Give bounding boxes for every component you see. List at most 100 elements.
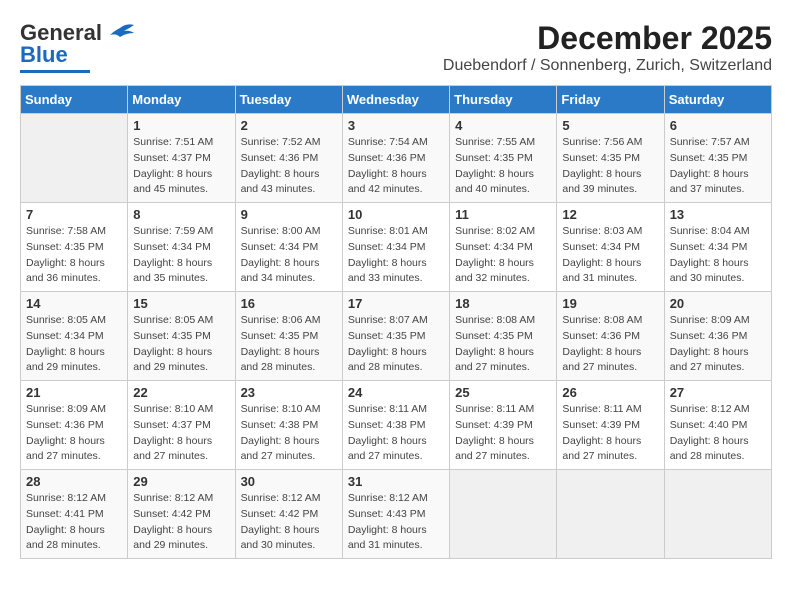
day-number: 18 bbox=[455, 296, 551, 311]
day-number: 21 bbox=[26, 385, 122, 400]
calendar-cell bbox=[21, 114, 128, 203]
title-block: December 2025 Duebendorf / Sonnenberg, Z… bbox=[443, 20, 772, 75]
day-info: Sunrise: 7:57 AMSunset: 4:35 PMDaylight:… bbox=[670, 135, 766, 198]
page-subtitle: Duebendorf / Sonnenberg, Zurich, Switzer… bbox=[443, 57, 772, 75]
calendar-cell: 11Sunrise: 8:02 AMSunset: 4:34 PMDayligh… bbox=[450, 203, 557, 292]
calendar-cell: 21 Sunrise: 8:09 AMSunset: 4:36 PMDayligh… bbox=[21, 381, 128, 470]
day-number: 19 bbox=[562, 296, 658, 311]
calendar-cell: 26 Sunrise: 8:11 AMSunset: 4:39 PMDayligh… bbox=[557, 381, 664, 470]
day-number: 27 bbox=[670, 385, 766, 400]
day-info: Sunrise: 8:09 AMSunset: 4:36 PMDaylight:… bbox=[26, 402, 122, 465]
day-info: Sunrise: 8:11 AMSunset: 4:38 PMDaylight:… bbox=[348, 402, 444, 465]
calendar-cell: 14 Sunrise: 8:05 AMSunset: 4:34 PMDayligh… bbox=[21, 292, 128, 381]
day-info: Sunrise: 8:11 AMSunset: 4:39 PMDaylight:… bbox=[455, 402, 551, 465]
day-info: Sunrise: 7:52 AMSunset: 4:36 PMDaylight:… bbox=[241, 135, 337, 198]
day-number: 15 bbox=[133, 296, 229, 311]
calendar-cell: 8Sunrise: 7:59 AMSunset: 4:34 PMDaylight… bbox=[128, 203, 235, 292]
day-number: 16 bbox=[241, 296, 337, 311]
calendar-week-row: 28 Sunrise: 8:12 AMSunset: 4:41 PMDayligh… bbox=[21, 470, 772, 559]
calendar-cell: 24Sunrise: 8:11 AMSunset: 4:38 PMDayligh… bbox=[342, 381, 449, 470]
page-header: General Blue December 2025 Duebendorf / … bbox=[20, 20, 772, 75]
calendar-cell: 5Sunrise: 7:56 AMSunset: 4:35 PMDaylight… bbox=[557, 114, 664, 203]
calendar-cell: 17 Sunrise: 8:07 AMSunset: 4:35 PMDayligh… bbox=[342, 292, 449, 381]
day-number: 4 bbox=[455, 118, 551, 133]
calendar-cell: 2 Sunrise: 7:52 AMSunset: 4:36 PMDaylight… bbox=[235, 114, 342, 203]
day-number: 22 bbox=[133, 385, 229, 400]
day-info: Sunrise: 8:01 AMSunset: 4:34 PMDaylight:… bbox=[348, 224, 444, 287]
calendar-cell: 13 Sunrise: 8:04 AMSunset: 4:34 PMDayligh… bbox=[664, 203, 771, 292]
day-number: 8 bbox=[133, 207, 229, 222]
day-number: 26 bbox=[562, 385, 658, 400]
day-number: 9 bbox=[241, 207, 337, 222]
calendar-cell bbox=[557, 470, 664, 559]
day-number: 17 bbox=[348, 296, 444, 311]
day-info: Sunrise: 7:54 AMSunset: 4:36 PMDaylight:… bbox=[348, 135, 444, 198]
day-number: 1 bbox=[133, 118, 229, 133]
calendar-cell: 20 Sunrise: 8:09 AMSunset: 4:36 PMDayligh… bbox=[664, 292, 771, 381]
day-number: 31 bbox=[348, 474, 444, 489]
day-number: 23 bbox=[241, 385, 337, 400]
calendar-cell: 22 Sunrise: 8:10 AMSunset: 4:37 PMDayligh… bbox=[128, 381, 235, 470]
calendar-week-row: 21 Sunrise: 8:09 AMSunset: 4:36 PMDayligh… bbox=[21, 381, 772, 470]
logo: General Blue bbox=[20, 20, 134, 73]
weekday-header-monday: Monday bbox=[128, 86, 235, 114]
day-info: Sunrise: 8:08 AMSunset: 4:35 PMDaylight:… bbox=[455, 313, 551, 376]
calendar-cell: 23 Sunrise: 8:10 AMSunset: 4:38 PMDayligh… bbox=[235, 381, 342, 470]
calendar-cell: 30 Sunrise: 8:12 AMSunset: 4:42 PMDayligh… bbox=[235, 470, 342, 559]
logo-underline bbox=[20, 70, 90, 73]
calendar-cell: 25 Sunrise: 8:11 AMSunset: 4:39 PMDayligh… bbox=[450, 381, 557, 470]
day-info: Sunrise: 8:07 AMSunset: 4:35 PMDaylight:… bbox=[348, 313, 444, 376]
calendar-cell: 9 Sunrise: 8:00 AMSunset: 4:34 PMDaylight… bbox=[235, 203, 342, 292]
weekday-header-tuesday: Tuesday bbox=[235, 86, 342, 114]
day-number: 10 bbox=[348, 207, 444, 222]
day-info: Sunrise: 8:12 AMSunset: 4:42 PMDaylight:… bbox=[241, 491, 337, 554]
calendar-cell: 1 Sunrise: 7:51 AMSunset: 4:37 PMDaylight… bbox=[128, 114, 235, 203]
page-title: December 2025 bbox=[443, 20, 772, 57]
calendar-cell: 18 Sunrise: 8:08 AMSunset: 4:35 PMDayligh… bbox=[450, 292, 557, 381]
day-info: Sunrise: 8:04 AMSunset: 4:34 PMDaylight:… bbox=[670, 224, 766, 287]
day-info: Sunrise: 8:10 AMSunset: 4:37 PMDaylight:… bbox=[133, 402, 229, 465]
calendar-table: SundayMondayTuesdayWednesdayThursdayFrid… bbox=[20, 85, 772, 559]
calendar-cell: 29Sunrise: 8:12 AMSunset: 4:42 PMDayligh… bbox=[128, 470, 235, 559]
day-info: Sunrise: 8:05 AMSunset: 4:35 PMDaylight:… bbox=[133, 313, 229, 376]
calendar-cell bbox=[664, 470, 771, 559]
day-info: Sunrise: 8:00 AMSunset: 4:34 PMDaylight:… bbox=[241, 224, 337, 287]
day-info: Sunrise: 7:51 AMSunset: 4:37 PMDaylight:… bbox=[133, 135, 229, 198]
day-number: 13 bbox=[670, 207, 766, 222]
day-info: Sunrise: 8:02 AMSunset: 4:34 PMDaylight:… bbox=[455, 224, 551, 287]
day-info: Sunrise: 8:05 AMSunset: 4:34 PMDaylight:… bbox=[26, 313, 122, 376]
day-number: 25 bbox=[455, 385, 551, 400]
day-info: Sunrise: 8:12 AMSunset: 4:41 PMDaylight:… bbox=[26, 491, 122, 554]
weekday-header-wednesday: Wednesday bbox=[342, 86, 449, 114]
day-number: 14 bbox=[26, 296, 122, 311]
day-info: Sunrise: 8:12 AMSunset: 4:43 PMDaylight:… bbox=[348, 491, 444, 554]
day-number: 30 bbox=[241, 474, 337, 489]
calendar-cell bbox=[450, 470, 557, 559]
calendar-week-row: 14 Sunrise: 8:05 AMSunset: 4:34 PMDayligh… bbox=[21, 292, 772, 381]
day-info: Sunrise: 8:09 AMSunset: 4:36 PMDaylight:… bbox=[670, 313, 766, 376]
day-number: 3 bbox=[348, 118, 444, 133]
day-info: Sunrise: 8:10 AMSunset: 4:38 PMDaylight:… bbox=[241, 402, 337, 465]
day-info: Sunrise: 8:12 AMSunset: 4:42 PMDaylight:… bbox=[133, 491, 229, 554]
calendar-cell: 6Sunrise: 7:57 AMSunset: 4:35 PMDaylight… bbox=[664, 114, 771, 203]
day-info: Sunrise: 7:55 AMSunset: 4:35 PMDaylight:… bbox=[455, 135, 551, 198]
day-info: Sunrise: 8:11 AMSunset: 4:39 PMDaylight:… bbox=[562, 402, 658, 465]
day-info: Sunrise: 8:12 AMSunset: 4:40 PMDaylight:… bbox=[670, 402, 766, 465]
calendar-cell: 10 Sunrise: 8:01 AMSunset: 4:34 PMDayligh… bbox=[342, 203, 449, 292]
calendar-cell: 3 Sunrise: 7:54 AMSunset: 4:36 PMDaylight… bbox=[342, 114, 449, 203]
calendar-cell: 12Sunrise: 8:03 AMSunset: 4:34 PMDayligh… bbox=[557, 203, 664, 292]
calendar-cell: 31 Sunrise: 8:12 AMSunset: 4:43 PMDayligh… bbox=[342, 470, 449, 559]
day-number: 28 bbox=[26, 474, 122, 489]
day-number: 20 bbox=[670, 296, 766, 311]
day-number: 7 bbox=[26, 207, 122, 222]
weekday-header-friday: Friday bbox=[557, 86, 664, 114]
calendar-cell: 28 Sunrise: 8:12 AMSunset: 4:41 PMDayligh… bbox=[21, 470, 128, 559]
calendar-cell: 19Sunrise: 8:08 AMSunset: 4:36 PMDayligh… bbox=[557, 292, 664, 381]
calendar-cell: 7Sunrise: 7:58 AMSunset: 4:35 PMDaylight… bbox=[21, 203, 128, 292]
calendar-cell: 15 Sunrise: 8:05 AMSunset: 4:35 PMDayligh… bbox=[128, 292, 235, 381]
calendar-week-row: 7Sunrise: 7:58 AMSunset: 4:35 PMDaylight… bbox=[21, 203, 772, 292]
day-info: Sunrise: 8:06 AMSunset: 4:35 PMDaylight:… bbox=[241, 313, 337, 376]
day-info: Sunrise: 7:56 AMSunset: 4:35 PMDaylight:… bbox=[562, 135, 658, 198]
weekday-header-saturday: Saturday bbox=[664, 86, 771, 114]
day-number: 2 bbox=[241, 118, 337, 133]
